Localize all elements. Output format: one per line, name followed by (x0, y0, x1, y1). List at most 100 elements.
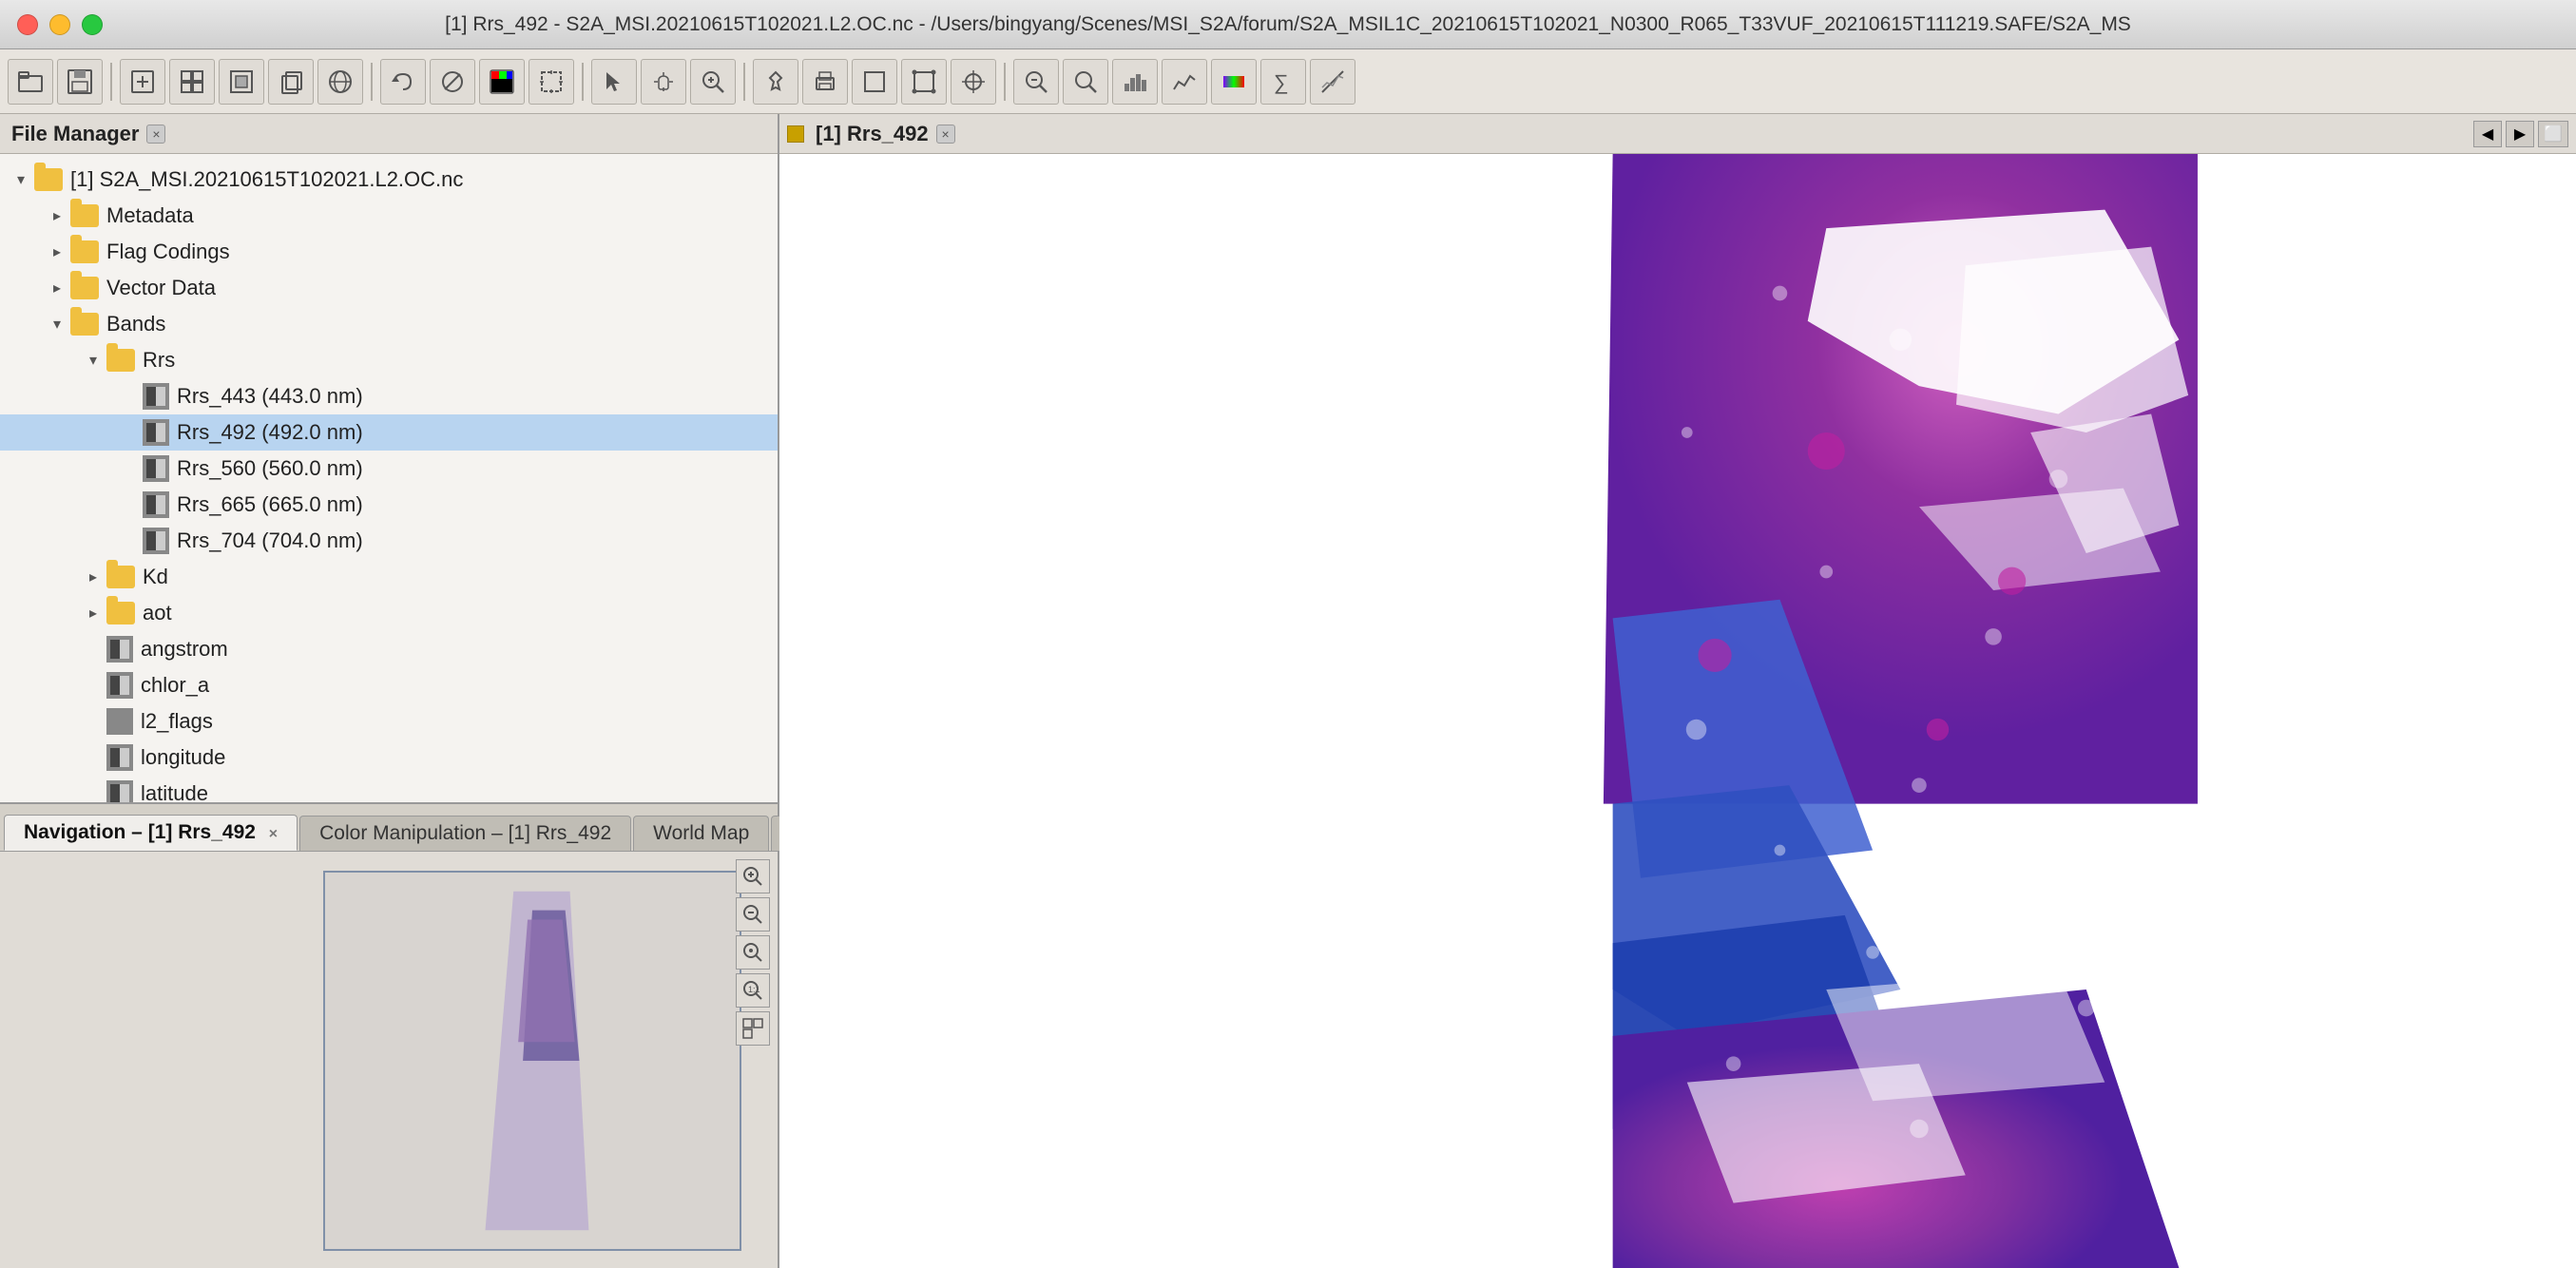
nav-zoom-in-btn[interactable] (736, 859, 770, 893)
image-canvas (779, 154, 2576, 1268)
toolbar-color[interactable] (479, 59, 525, 105)
band-icon-angstrom (106, 636, 133, 663)
toolbar-rect-select[interactable] (852, 59, 897, 105)
tree-panel[interactable]: [1] S2A_MSI.20210615T102021.L2.OC.nc Met… (0, 154, 778, 802)
tree-arrow-vectordata[interactable] (44, 275, 70, 301)
tree-item-rrs560[interactable]: Rrs_560 (560.0 nm) (0, 451, 778, 487)
toolbar-save[interactable] (57, 59, 103, 105)
toolbar-subset[interactable] (219, 59, 264, 105)
bottom-content: 1:1 (0, 852, 778, 1268)
toolbar-stats[interactable]: ∑ (1260, 59, 1306, 105)
toolbar-select-region[interactable] (529, 59, 574, 105)
band-icon-rrs492 (143, 419, 169, 446)
tab-nav-close[interactable]: × (269, 826, 278, 842)
tree-item-rrs704[interactable]: Rrs_704 (704.0 nm) (0, 523, 778, 559)
file-manager-header: File Manager × (0, 114, 778, 154)
toolbar-pin[interactable] (753, 59, 798, 105)
toolbar-undo[interactable] (380, 59, 426, 105)
view-close-btn[interactable]: × (936, 125, 955, 144)
tree-item-kd[interactable]: Kd (0, 559, 778, 595)
toolbar-sep-3 (582, 63, 584, 101)
toolbar-open[interactable] (8, 59, 53, 105)
tree-item-angstrom[interactable]: angstrom (0, 631, 778, 667)
toolbar-new-product[interactable] (120, 59, 165, 105)
tree-item-l2flags[interactable]: l2_flags (0, 703, 778, 740)
minimize-button[interactable] (49, 14, 70, 35)
view-header: [1] Rrs_492 × ◀ ▶ ⬜ (779, 114, 2576, 154)
tree-label-latitude: latitude (141, 781, 208, 802)
toolbar-zoom-more[interactable] (1063, 59, 1108, 105)
toolbar-pan[interactable] (641, 59, 686, 105)
right-panel: [1] Rrs_492 × ◀ ▶ ⬜ (779, 114, 2576, 1268)
tree-label-angstrom: angstrom (141, 637, 228, 662)
tab-colormanipulation[interactable]: Color Manipulation – [1] Rrs_492 (299, 816, 631, 851)
tree-item-rrs[interactable]: Rrs (0, 342, 778, 378)
nav-zoom-out-btn[interactable] (736, 897, 770, 932)
view-next-btn[interactable]: ▶ (2506, 121, 2534, 147)
tree-item-root[interactable]: [1] S2A_MSI.20210615T102021.L2.OC.nc (0, 162, 778, 198)
toolbar-grid[interactable] (169, 59, 215, 105)
tree-item-aot[interactable]: aot (0, 595, 778, 631)
tree-arrow-metadata[interactable] (44, 202, 70, 229)
file-manager-title: File Manager (11, 122, 139, 146)
maximize-button[interactable] (82, 14, 103, 35)
tree-label-root: [1] S2A_MSI.20210615T102021.L2.OC.nc (70, 167, 463, 192)
left-panel: File Manager × [1] S2A_MSI.20210615T1020… (0, 114, 779, 1268)
bottom-panel: Navigation – [1] Rrs_492 × Color Manipul… (0, 802, 778, 1268)
tree-arrow-bands[interactable] (44, 311, 70, 337)
tab-navigation[interactable]: Navigation – [1] Rrs_492 × (4, 815, 298, 851)
band-icon-chlora (106, 672, 133, 699)
nav-mini-image (325, 873, 740, 1249)
folder-icon-metadata (70, 204, 99, 227)
tree-arrow-aot[interactable] (80, 600, 106, 626)
folder-icon-kd (106, 566, 135, 588)
nav-zoom-actual-btn[interactable]: 1:1 (736, 973, 770, 1008)
toolbar-sep-2 (371, 63, 373, 101)
tree-arrow-rrs[interactable] (80, 347, 106, 374)
view-title: [1] Rrs_492 (816, 122, 929, 146)
nav-sync-btn[interactable] (736, 1011, 770, 1046)
band-icon-rrs443 (143, 383, 169, 410)
toolbar-copy[interactable] (268, 59, 314, 105)
tab-worldmap[interactable]: World Map (633, 816, 769, 851)
tree-item-rrs443[interactable]: Rrs_443 (443.0 nm) (0, 378, 778, 414)
tree-arrow-flagcodings[interactable] (44, 239, 70, 265)
toolbar-globe[interactable] (317, 59, 363, 105)
toolbar-chart[interactable] (1162, 59, 1207, 105)
view-maximize-btn[interactable]: ⬜ (2538, 121, 2568, 147)
toolbar-zoom-out[interactable] (1013, 59, 1059, 105)
toolbar-no-selection[interactable] (430, 59, 475, 105)
toolbar-print[interactable] (802, 59, 848, 105)
tree-arrow-kd[interactable] (80, 564, 106, 590)
tree-item-flagcodings[interactable]: Flag Codings (0, 234, 778, 270)
tree-item-metadata[interactable]: Metadata (0, 198, 778, 234)
tree-label-chlora: chlor_a (141, 673, 209, 698)
toolbar-crosshair[interactable] (951, 59, 996, 105)
toolbar-histogram[interactable] (1112, 59, 1158, 105)
toolbar-spectrum[interactable] (1211, 59, 1257, 105)
toolbar-cursor[interactable] (591, 59, 637, 105)
tree-label-bands: Bands (106, 312, 165, 336)
close-button[interactable] (17, 14, 38, 35)
tree-item-bands[interactable]: Bands (0, 306, 778, 342)
view-prev-btn[interactable]: ◀ (2473, 121, 2502, 147)
toolbar-transform[interactable] (901, 59, 947, 105)
nav-zoom-fit-btn[interactable] (736, 935, 770, 970)
tree-label-vectordata: Vector Data (106, 276, 216, 300)
band-icon-rrs704 (143, 528, 169, 554)
tree-label-rrs443: Rrs_443 (443.0 nm) (177, 384, 363, 409)
satellite-image (779, 154, 2576, 1268)
tree-label-longitude: longitude (141, 745, 225, 770)
tree-item-latitude[interactable]: latitude (0, 776, 778, 802)
tree-arrow-root[interactable] (8, 166, 34, 193)
toolbar-zoom-in[interactable] (690, 59, 736, 105)
tree-item-rrs492[interactable]: Rrs_492 (492.0 nm) (0, 414, 778, 451)
title-bar: [1] Rrs_492 - S2A_MSI.20210615T102021.L2… (0, 0, 2576, 49)
tree-item-vectordata[interactable]: Vector Data (0, 270, 778, 306)
tree-item-rrs665[interactable]: Rrs_665 (665.0 nm) (0, 487, 778, 523)
tree-item-chlora[interactable]: chlor_a (0, 667, 778, 703)
tree-item-longitude[interactable]: longitude (0, 740, 778, 776)
toolbar-profile[interactable] (1310, 59, 1355, 105)
file-manager-close[interactable]: × (146, 125, 165, 144)
folder-icon-aot (106, 602, 135, 624)
